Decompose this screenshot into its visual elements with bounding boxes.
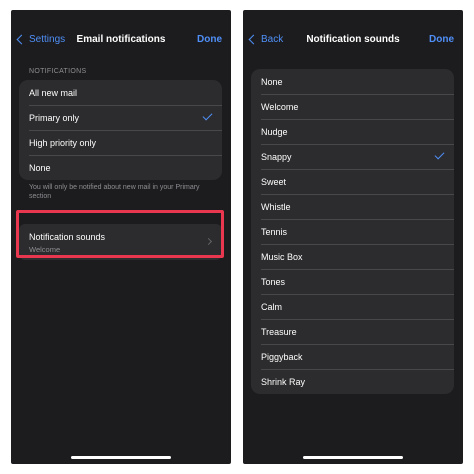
sound-label: Tennis — [261, 226, 288, 237]
home-indicator — [303, 456, 403, 459]
sound-label: Piggyback — [261, 351, 303, 362]
sound-option-welcome[interactable]: Welcome — [251, 94, 454, 119]
sound-option-calm[interactable]: Calm — [251, 294, 454, 319]
notification-options-group: All new mail Primary only High priority … — [19, 80, 222, 180]
option-label: None — [29, 162, 51, 173]
sound-option-nudge[interactable]: Nudge — [251, 119, 454, 144]
done-button[interactable]: Done — [429, 34, 454, 45]
sound-label: Treasure — [261, 326, 297, 337]
nav-bar: Settings Email notifications Done — [11, 30, 231, 54]
email-notifications-screen: Settings Email notifications Done NOTIFI… — [11, 10, 231, 464]
option-none[interactable]: None — [19, 155, 222, 180]
section-header: NOTIFICATIONS — [29, 68, 87, 75]
sound-label: Music Box — [261, 251, 303, 262]
sound-option-sweet[interactable]: Sweet — [251, 169, 454, 194]
sound-label: Snappy — [261, 151, 292, 162]
sound-option-treasure[interactable]: Treasure — [251, 319, 454, 344]
sound-label: Tones — [261, 276, 286, 287]
sound-label: Welcome — [261, 101, 299, 112]
highlight-box — [16, 210, 224, 258]
sounds-list: None Welcome Nudge Snappy Sweet Whistle … — [251, 69, 454, 394]
checkmark-icon — [434, 149, 445, 160]
sound-option-whistle[interactable]: Whistle — [251, 194, 454, 219]
notification-sounds-screen: Back Notification sounds Done None Welco… — [243, 10, 463, 464]
sound-label: Nudge — [261, 126, 288, 137]
sound-label: Calm — [261, 301, 283, 312]
sound-label: Shrink Ray — [261, 376, 306, 387]
option-label: All new mail — [29, 87, 78, 98]
footer-note: You will only be notified about new mail… — [29, 184, 200, 200]
sound-option-music-box[interactable]: Music Box — [251, 244, 454, 269]
option-all-new-mail[interactable]: All new mail — [19, 80, 222, 105]
home-indicator — [71, 456, 171, 459]
sound-label: Sweet — [261, 176, 287, 187]
option-label: Primary only — [29, 112, 80, 123]
sound-label: None — [261, 76, 283, 87]
sound-option-snappy[interactable]: Snappy — [251, 144, 454, 169]
checkmark-icon — [202, 110, 213, 121]
sound-label: Whistle — [261, 201, 291, 212]
sound-option-shrink-ray[interactable]: Shrink Ray — [251, 369, 454, 394]
option-label: High priority only — [29, 137, 97, 148]
done-button[interactable]: Done — [197, 34, 222, 45]
option-primary-only[interactable]: Primary only — [19, 105, 222, 130]
sound-option-tones[interactable]: Tones — [251, 269, 454, 294]
nav-bar: Back Notification sounds Done — [243, 30, 463, 54]
option-high-priority-only[interactable]: High priority only — [19, 130, 222, 155]
sound-option-none[interactable]: None — [251, 69, 454, 94]
sound-option-tennis[interactable]: Tennis — [251, 219, 454, 244]
sound-option-piggyback[interactable]: Piggyback — [251, 344, 454, 369]
